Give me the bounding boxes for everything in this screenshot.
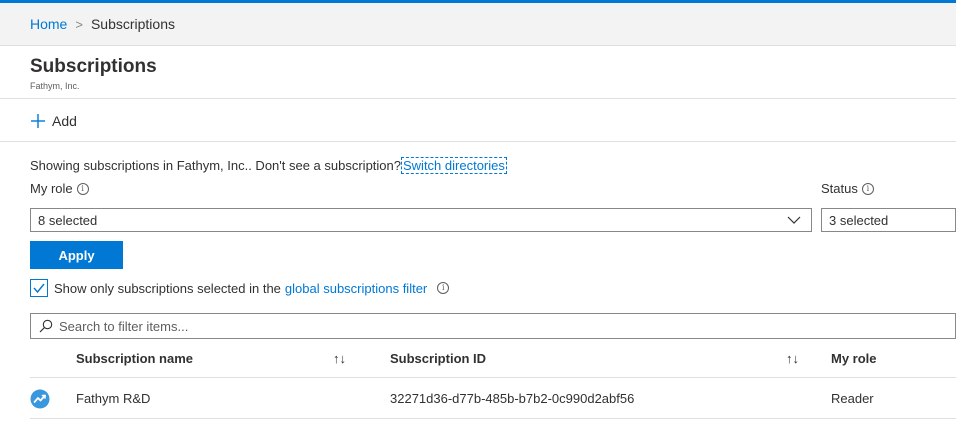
info-icon[interactable]: i <box>437 282 450 294</box>
plus-icon <box>31 113 45 128</box>
directory-info: Showing subscriptions in Fathym, Inc.. D… <box>30 157 507 174</box>
checkmark-icon <box>33 283 45 294</box>
my-role-label-text: My role <box>30 181 73 196</box>
directory-info-text: Showing subscriptions in Fathym, Inc.. D… <box>30 158 401 173</box>
breadcrumb-current: Subscriptions <box>90 16 175 32</box>
my-role-dropdown[interactable]: 8 selected <box>30 208 812 232</box>
my-role-dropdown-value: 8 selected <box>38 212 98 228</box>
add-button[interactable]: Add <box>30 113 77 129</box>
breadcrumb: Home > Subscriptions <box>0 3 956 46</box>
switch-directories-link[interactable]: Switch directories <box>401 157 507 174</box>
my-role-label: My role i <box>30 181 89 196</box>
page-subtitle: Fathym, Inc. <box>30 81 80 91</box>
info-icon[interactable]: i <box>861 182 874 195</box>
status-dropdown-value: 3 selected <box>829 212 889 228</box>
my-role-cell: Reader <box>831 391 874 406</box>
page-header: Subscriptions Fathym, Inc. <box>0 46 956 99</box>
sort-icon[interactable]: ↑↓ <box>333 351 346 366</box>
status-dropdown[interactable]: 3 selected <box>821 208 956 232</box>
add-button-label: Add <box>52 112 77 129</box>
subscription-id-cell: 32271d36-d77b-485b-b7b2-0c990d2abf56 <box>390 391 635 406</box>
table-header: Subscription name ↑↓ Subscription ID ↑↓ … <box>30 340 956 378</box>
status-label-text: Status <box>821 181 858 196</box>
global-subscriptions-filter-link[interactable]: global subscriptions filter <box>285 281 427 296</box>
breadcrumb-home-link[interactable]: Home <box>30 16 67 32</box>
global-filter-text: Show only subscriptions selected in the <box>54 280 281 296</box>
status-label: Status i <box>821 181 874 196</box>
chevron-down-icon <box>787 216 801 224</box>
subscription-key-icon <box>30 389 50 409</box>
search-input[interactable]: Search to filter items... <box>30 313 956 339</box>
command-bar: Add <box>0 100 956 142</box>
column-header-my-role[interactable]: My role <box>831 351 877 366</box>
table-row[interactable]: Fathym R&D 32271d36-d77b-485b-b7b2-0c990… <box>30 379 956 419</box>
column-header-subscription-id[interactable]: Subscription ID <box>390 351 486 366</box>
info-icon[interactable]: i <box>76 182 89 195</box>
column-header-subscription-name[interactable]: Subscription name <box>76 351 193 366</box>
sort-icon[interactable]: ↑↓ <box>786 351 799 366</box>
page-title: Subscriptions <box>30 56 157 77</box>
apply-button[interactable]: Apply <box>30 241 123 269</box>
global-filter-row: Show only subscriptions selected in the … <box>30 279 450 297</box>
breadcrumb-separator-icon: > <box>75 16 83 32</box>
search-icon <box>39 319 53 333</box>
global-filter-checkbox[interactable] <box>30 279 48 297</box>
subscription-name-cell[interactable]: Fathym R&D <box>76 391 150 406</box>
search-placeholder: Search to filter items... <box>59 318 189 334</box>
